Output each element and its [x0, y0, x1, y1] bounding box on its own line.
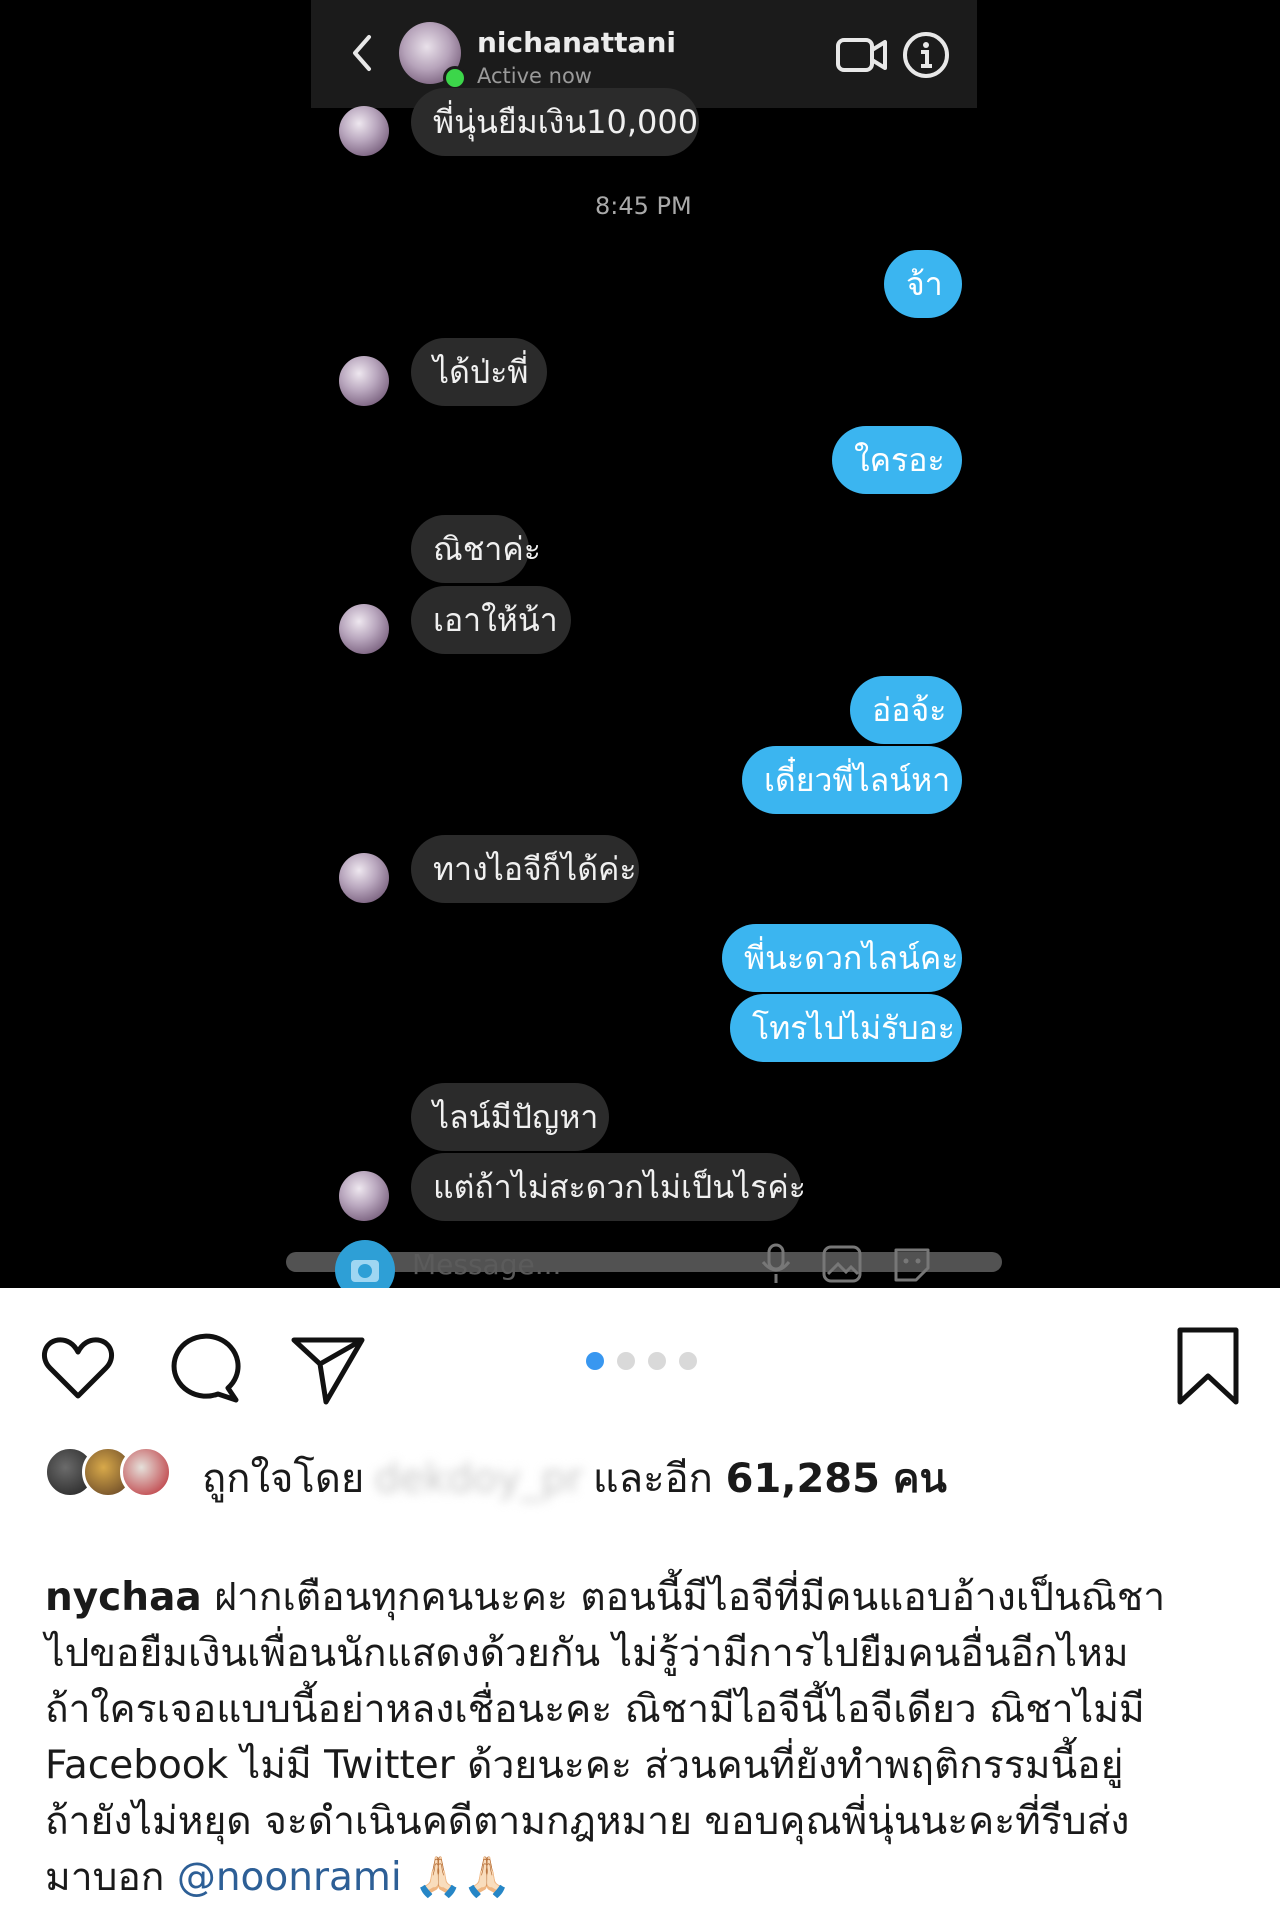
share-icon[interactable]: [290, 1328, 370, 1408]
outgoing-message[interactable]: โทรไปไม่รับอะ: [730, 994, 962, 1062]
likes-count[interactable]: 61,285: [726, 1456, 880, 1502]
outgoing-message[interactable]: ใครอะ: [832, 426, 962, 494]
camera-icon[interactable]: [335, 1240, 395, 1288]
dm-username[interactable]: nichanattani: [477, 26, 676, 59]
message-timestamp: 8:45 PM: [595, 192, 692, 220]
mention-link[interactable]: @noonrami: [177, 1855, 402, 1900]
caption-line: ถ้าใครเจอแบบนี้อย่าหลงเชื่อนะคะ ณิชามีไอ…: [45, 1687, 1145, 1732]
incoming-message[interactable]: แต่ถ้าไม่สะดวกไม่เป็นไรค่ะ: [411, 1153, 806, 1221]
avatar[interactable]: [339, 1171, 389, 1221]
caption-text: ฝากเตือนทุกคนนะคะ ตอนนี้มีไอจีที่มีคนแอบ…: [214, 1575, 1166, 1620]
chevron-left-icon[interactable]: [339, 30, 385, 76]
carousel-dot: [648, 1352, 666, 1370]
avatar[interactable]: [120, 1446, 172, 1498]
active-status-dot: [443, 66, 467, 90]
microphone-icon[interactable]: [756, 1242, 796, 1286]
caption-line: มาบอก @noonrami 🙏🏻🙏🏻: [45, 1846, 511, 1908]
emoji: 🙏🏻🙏🏻: [414, 1855, 512, 1900]
avatar[interactable]: [339, 604, 389, 654]
likes-row: ถูกใจโดย dekdoy_pr และอีก 61,285 คน: [44, 1440, 1244, 1510]
incoming-message[interactable]: ทางไอจีก็ได้ค่ะ: [411, 835, 639, 903]
dm-screenshot: nichanattani Active now พี่นุ่นยืมเงิน10…: [0, 0, 1280, 1288]
carousel-dot: [586, 1352, 604, 1370]
avatar[interactable]: [339, 106, 389, 156]
caption-line: Facebook ไม่มี Twitter ด้วยนะคะ ส่วนคนที…: [45, 1743, 1124, 1788]
incoming-message[interactable]: ไลน์มีปัญหา: [411, 1083, 609, 1151]
caption-text: มาบอก: [45, 1855, 165, 1900]
likes-summary[interactable]: ถูกใจโดย dekdoy_pr และอีก 61,285 คน: [202, 1446, 947, 1510]
likes-prefix: ถูกใจโดย: [202, 1456, 365, 1502]
heart-icon[interactable]: [38, 1328, 118, 1408]
carousel-dot: [679, 1352, 697, 1370]
caption-line: ถ้ายังไม่หยุด จะดำเนินคดีตามกฎหมาย ขอบคุ…: [45, 1799, 1130, 1844]
caption-username[interactable]: nychaa: [45, 1575, 202, 1620]
comment-icon[interactable]: [166, 1328, 246, 1408]
avatar[interactable]: [339, 356, 389, 406]
outgoing-message[interactable]: จ้า: [884, 250, 962, 318]
likes-suffix: คน: [892, 1456, 947, 1502]
sticker-icon[interactable]: [890, 1242, 930, 1286]
incoming-message[interactable]: ได้ป่ะพี่: [411, 338, 547, 406]
incoming-message[interactable]: ณิชาค่ะ: [411, 515, 541, 583]
carousel-indicator: [586, 1352, 706, 1370]
outgoing-message[interactable]: พี่นะดวกไลน์คะ: [722, 924, 962, 992]
bookmark-icon[interactable]: [1168, 1324, 1248, 1410]
info-icon[interactable]: [901, 30, 951, 80]
caption-line: ไปขอยืมเงินเพื่อนนักแสดงด้วยกัน ไม่รู้ว่…: [45, 1631, 1129, 1676]
blurred-username[interactable]: dekdoy_pr: [374, 1456, 583, 1502]
outgoing-message[interactable]: เดี๋ยวพี่ไลน์หา: [742, 746, 962, 814]
avatar[interactable]: [339, 853, 389, 903]
message-input[interactable]: Message...: [412, 1248, 561, 1281]
incoming-message[interactable]: เอาให้น้า: [411, 586, 571, 654]
carousel-dot: [617, 1352, 635, 1370]
incoming-message[interactable]: พี่นุ่นยืมเงิน10,000: [411, 88, 699, 156]
caption-line: nychaa ฝากเตือนทุกคนนะคะ ตอนนี้มีไอจีที่…: [45, 1566, 1165, 1628]
post-panel: ถูกใจโดย dekdoy_pr และอีก 61,285 คน nychaa…: [0, 1288, 1280, 1900]
dm-active-status: Active now: [477, 64, 592, 88]
message-composer[interactable]: Message...: [286, 1240, 1002, 1288]
likes-middle: และอีก: [592, 1456, 713, 1502]
video-camera-icon[interactable]: [835, 32, 889, 78]
gallery-icon[interactable]: [820, 1242, 862, 1286]
outgoing-message[interactable]: อ่อจ้ะ: [850, 676, 962, 744]
